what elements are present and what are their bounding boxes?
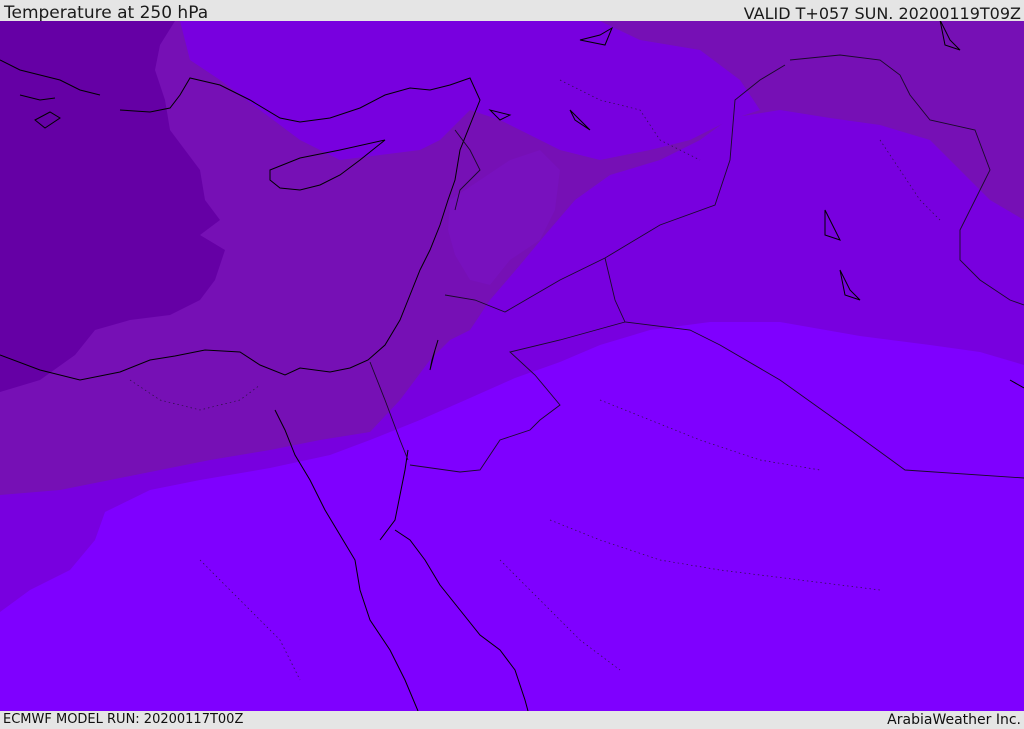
credit: ArabiaWeather Inc. — [887, 712, 1021, 728]
map-title: Temperature at 250 hPa — [4, 3, 209, 23]
header-bar: Temperature at 250 hPa VALID T+057 SUN. … — [0, 0, 1024, 23]
weather-map — [0, 21, 1024, 711]
model-run: ECMWF MODEL RUN: 20200117T00Z — [3, 712, 244, 727]
